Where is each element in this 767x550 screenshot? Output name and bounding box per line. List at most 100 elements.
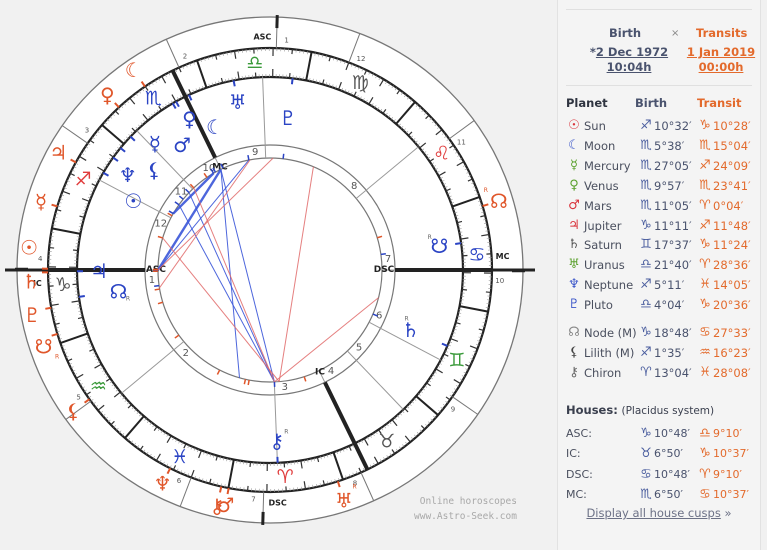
transit-degree: 15°04′ (713, 139, 751, 153)
planet-name: Sun (584, 119, 606, 133)
planet-glyph-icon: ♂ (566, 198, 582, 213)
transit-planet-saturn-icon: ♄ (22, 269, 40, 293)
natal-planet-sun-icon: ☉ (124, 189, 142, 213)
retrograde-marker: R (284, 429, 288, 436)
transit-sign-icon: ♒ (697, 345, 713, 360)
planet-row-saturn[interactable]: ♄Saturn♊17°37′♑11°24′ (566, 237, 760, 256)
planet-row-chiron[interactable]: ⚷Chiron♈13°04′♓28°08′ (566, 365, 760, 384)
retrograde-marker: R (404, 315, 408, 322)
birth-sign-icon: ♎ (638, 257, 654, 272)
planet-glyph-icon: ♄ (566, 237, 582, 252)
natal-house-number: 2 (183, 348, 189, 359)
transit-degree: 10°37′ (713, 488, 749, 501)
planet-glyph-icon: ♇ (566, 297, 582, 312)
transit-date[interactable]: 1 Jan 2019 (687, 45, 755, 59)
transit-sign-icon: ♐ (697, 218, 713, 233)
transit-planet-jupiter-icon: ♃ (49, 141, 67, 165)
transit-planet-tick (220, 487, 221, 493)
sidebar: ( Enter date manually ) Birth × Transits… (540, 0, 767, 544)
transit-sign-icon: ♑ (697, 237, 713, 252)
watermark: Online horoscopes www.Astro-Seek.com (414, 494, 517, 524)
horoscope-wheel[interactable]: ♈♉♊♋♌♍♎♏♐♑♒♓123456789101112ASCDSCMCIC123… (0, 0, 540, 544)
transit-house-number: 7 (251, 495, 255, 503)
birth-degree: 5°38′ (654, 139, 684, 153)
planet-glyph-icon: ♀ (566, 178, 582, 193)
planet-row-pluto[interactable]: ♇Pluto♎4°04′♑20°36′ (566, 297, 760, 316)
transit-sign-icon: ♈ (697, 257, 713, 272)
planet-row-moon[interactable]: ☾Moon♏5°38′♏15°04′ (566, 138, 760, 157)
planet-name: Mars (584, 199, 612, 213)
transit-degree: 9°10′ (713, 468, 742, 481)
planet-glyph-icon: ♃ (566, 218, 582, 233)
birth-degree: 17°37′ (654, 238, 692, 252)
birth-degree: 10°32′ (654, 119, 692, 133)
transit-date-link[interactable]: 1 Jan 2019 00:00h (683, 45, 759, 75)
birth-degree: 11°05′ (654, 199, 692, 213)
transit-planet-neptune-icon: ♆ (154, 471, 172, 495)
zodiac-sign-icon: ♋ (468, 244, 485, 266)
retrograde-marker: R (428, 234, 432, 241)
degree-tick (292, 49, 293, 54)
degree-tick (73, 250, 78, 251)
transit-degree: 10°28′ (713, 119, 751, 133)
birth-degree: 1°35′ (654, 346, 684, 360)
birth-sign-icon: ♈ (638, 365, 654, 380)
planet-row-mercury[interactable]: ☿Mercury♏27°05′♐24°09′ (566, 158, 760, 177)
planet-row-jupiter[interactable]: ♃Jupiter♑11°11′♐11°48′ (566, 218, 760, 237)
divider (566, 9, 752, 10)
transit-sign-icon: ♈ (697, 198, 713, 213)
birth-date[interactable]: 2 Dec 1972 (596, 45, 668, 59)
zodiac-sign-icon: ♍ (352, 72, 369, 94)
transit-time[interactable]: 00:00h (699, 60, 744, 74)
planet-glyph-icon: ♆ (566, 277, 582, 292)
birth-sign-icon: ♐ (638, 118, 654, 133)
planet-row-lilithm[interactable]: ⚸Lilith (M)♐1°35′♒16°23′ (566, 345, 760, 364)
zodiac-sign-icon: ♑ (55, 274, 72, 296)
transit-degree: 23°41′ (713, 179, 751, 193)
transit-house-number: 2 (183, 52, 187, 60)
natal-planet-tick (79, 296, 85, 297)
degree-tick (49, 248, 54, 249)
transits-header: Transits (696, 26, 747, 40)
natal-house-number: 12 (154, 219, 167, 230)
planet-row-neptune[interactable]: ♆Neptune♐5°11′♓14°05′ (566, 277, 760, 296)
birth-time[interactable]: 10:04h (607, 60, 652, 74)
chart-wheel-area: ♈♉♊♋♌♍♎♏♐♑♒♓123456789101112ASCDSCMCIC123… (0, 0, 540, 544)
transit-sign-icon: ♐ (697, 158, 713, 173)
planet-glyph-icon: ☉ (566, 118, 582, 133)
transit-sign-icon: ♏ (697, 138, 713, 153)
transit-planet-venus-icon: ♀ (100, 83, 115, 107)
natal-planet-chiron-icon: ⚷ (269, 429, 284, 453)
birth-date-link[interactable]: *2 Dec 1972 10:04h (586, 45, 672, 75)
degree-tick (250, 462, 251, 467)
house-label: DSC: (566, 468, 593, 481)
planet-glyph-icon: ⚷ (566, 365, 582, 380)
display-all-house-cusps-link[interactable]: Display all house cusps (586, 506, 720, 520)
natal-planet-pluto-icon: ♇ (279, 106, 297, 130)
house-row-ic: IC:♉6°50′♑10°37′ (566, 446, 760, 465)
houses-label: Houses: (566, 403, 618, 417)
natal-planet-moon-icon: ☾ (206, 115, 224, 139)
planet-name: Moon (584, 139, 615, 153)
house-label: ASC: (566, 427, 592, 440)
planet-row-nodem[interactable]: ☊Node (M)♑18°48′♋27°33′ (566, 325, 760, 344)
planet-name: Jupiter (584, 219, 622, 233)
planet-name: Chiron (584, 366, 621, 380)
planet-row-uranus[interactable]: ♅Uranus♎21°40′♈28°36′ (566, 257, 760, 276)
transit-sign-icon: ♓ (697, 277, 713, 292)
birth-degree: 6°50′ (654, 488, 683, 501)
transit-planet-chiron-icon: ⚷ (210, 494, 225, 518)
transit-planet-southnode-icon: ☋ (35, 335, 53, 359)
planet-name: Venus (584, 179, 619, 193)
transit-planet-node-icon: ☊ (490, 189, 508, 213)
planet-row-sun[interactable]: ☉Sun♐10°32′♑10°28′ (566, 118, 760, 137)
planet-row-mars[interactable]: ♂Mars♏11°05′♈0°04′ (566, 198, 760, 217)
planet-glyph-icon: ☿ (566, 158, 582, 173)
watermark-line-1: Online horoscopes (414, 494, 517, 509)
natal-planet-inner-tick (154, 286, 159, 287)
natal-angle-label: IC (315, 367, 325, 377)
planet-name: Pluto (584, 298, 613, 312)
natal-planet-tick (234, 80, 235, 86)
planet-row-venus[interactable]: ♀Venus♏9°57′♏23°41′ (566, 178, 760, 197)
enter-date-manually-link[interactable]: Enter date manually (603, 0, 715, 1)
